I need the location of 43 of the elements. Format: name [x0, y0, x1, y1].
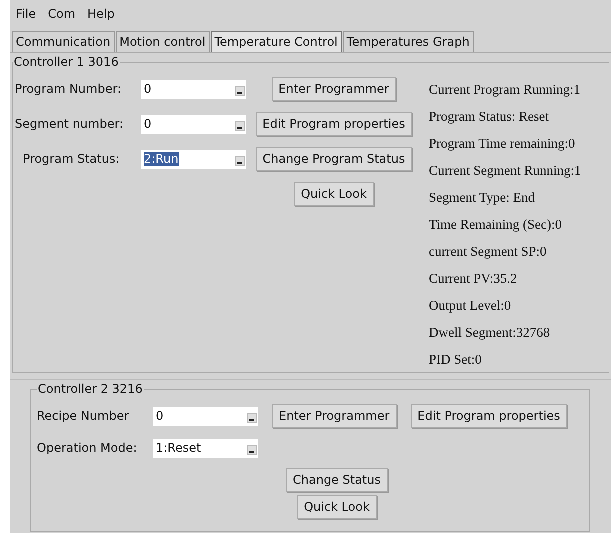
- tab[interactable]: Communication: [12, 31, 115, 52]
- group-title: Controller 1 3016: [13, 55, 120, 69]
- field-label: Program Number:: [14, 82, 122, 96]
- combo-box[interactable]: 0: [153, 406, 258, 426]
- combo-value: 0: [144, 82, 152, 96]
- quick-look-button[interactable]: Quick Look: [297, 495, 377, 519]
- status-text: Dwell Segment:32768: [429, 324, 552, 342]
- quick-look-button[interactable]: Quick Look: [294, 182, 374, 206]
- tab[interactable]: Temperatures Graph: [342, 31, 474, 52]
- combo-box[interactable]: 0: [141, 114, 246, 134]
- menu-item[interactable]: File: [16, 7, 36, 21]
- field-label: Segment number:: [14, 117, 124, 131]
- tab[interactable]: Motion control: [116, 31, 210, 52]
- status-text: Program Time remaining:0: [429, 135, 576, 153]
- combo-value: 0: [144, 117, 152, 131]
- action-button[interactable]: Enter Programmer: [272, 404, 397, 428]
- status-text: Current Segment Running:1: [429, 162, 582, 180]
- combo-box[interactable]: 2:Run: [141, 150, 246, 168]
- status-text: Time Remaining (Sec):0: [429, 216, 563, 234]
- menu-item[interactable]: Help: [88, 7, 115, 21]
- status-text: PID Set:0: [429, 351, 483, 369]
- group-title: Controller 2 3216: [37, 382, 144, 396]
- tab[interactable]: Temperature Control: [210, 31, 342, 52]
- action-button[interactable]: Change Status: [286, 468, 388, 492]
- combo-value: 0: [156, 409, 164, 423]
- status-text: Program Status: Reset: [429, 108, 550, 126]
- action-button[interactable]: Enter Programmer: [272, 77, 396, 101]
- combo-value: 1:Reset: [156, 441, 202, 455]
- combo-value: 2:Run: [144, 152, 179, 166]
- action-button[interactable]: Edit Program properties: [410, 404, 568, 428]
- field-label: Operation Mode:: [37, 441, 138, 455]
- status-text: Current Program Running:1: [429, 81, 582, 99]
- combo-box[interactable]: 1:Reset: [153, 438, 258, 458]
- combo-box[interactable]: 0: [141, 80, 246, 98]
- menu-item[interactable]: Com: [48, 7, 76, 21]
- action-button[interactable]: Change Program Status: [256, 147, 412, 171]
- field-label: Recipe Number: [37, 409, 130, 423]
- field-label: Program Status:: [22, 152, 121, 166]
- status-text: Current PV:35.2: [429, 270, 518, 288]
- action-button[interactable]: Edit Program properties: [256, 112, 412, 136]
- status-text: Output Level:0: [429, 297, 512, 315]
- status-text: current Segment SP:0: [429, 243, 548, 261]
- status-text: Segment Type: End: [429, 189, 536, 207]
